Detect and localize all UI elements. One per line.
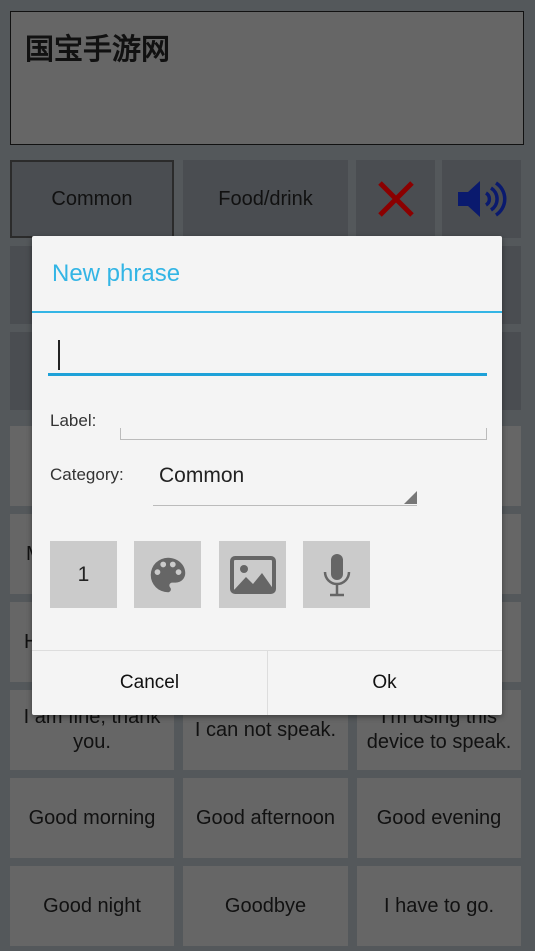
category-label: Common [51,187,133,210]
category-common[interactable]: Common [10,160,174,238]
category-food-drink[interactable]: Food/drink [183,160,348,238]
phrase-input[interactable] [48,336,487,376]
phrase-label: Good afternoon [196,806,335,829]
phrase-label: I can not speak. [194,718,337,741]
dropdown-triangle-icon [404,491,417,504]
number-label: 1 [77,562,90,586]
label-field-label: Label: [50,411,97,430]
number-button[interactable]: 1 [50,541,117,608]
phrase-label: Good morning [28,806,156,829]
phrase-cell[interactable]: I have to go. [357,866,521,946]
microphone-icon [323,553,350,596]
palette-icon [150,557,185,592]
phrase-label: Goodbye [224,894,307,917]
speaker-icon [457,181,506,217]
phrase-label: I have to go. [383,894,495,917]
phrase-cell[interactable]: Good afternoon [183,778,348,858]
new-phrase-dialog: New phrase Label: Category: Common 1 Can… [32,236,502,715]
label-input[interactable] [120,428,487,440]
phrase-cell[interactable]: Goodbye [183,866,348,946]
image-icon [229,555,276,594]
image-button[interactable] [219,541,286,608]
category-select[interactable]: Common [153,462,417,506]
category-field-label: Category: [50,465,124,484]
ok-button[interactable]: Ok [267,651,502,715]
dialog-title: New phrase [52,260,181,287]
phrase-label: Good night [43,894,141,917]
category-selected-value: Common [159,464,245,487]
close-icon [377,181,414,217]
record-button[interactable] [303,541,370,608]
title-divider [32,311,502,313]
clear-button[interactable] [356,160,435,238]
phrase-cell[interactable]: Good morning [10,778,174,858]
speak-button[interactable] [442,160,521,238]
speech-text-box[interactable]: 国宝手游网 [10,11,524,145]
phrase-cell[interactable]: Good night [10,866,174,946]
category-label: Food/drink [218,187,313,210]
speech-text: 国宝手游网 [25,32,171,66]
phrase-cell[interactable]: Good evening [357,778,521,858]
phrase-label: Good evening [376,806,502,829]
color-button[interactable] [134,541,201,608]
cancel-button[interactable]: Cancel [32,651,267,715]
